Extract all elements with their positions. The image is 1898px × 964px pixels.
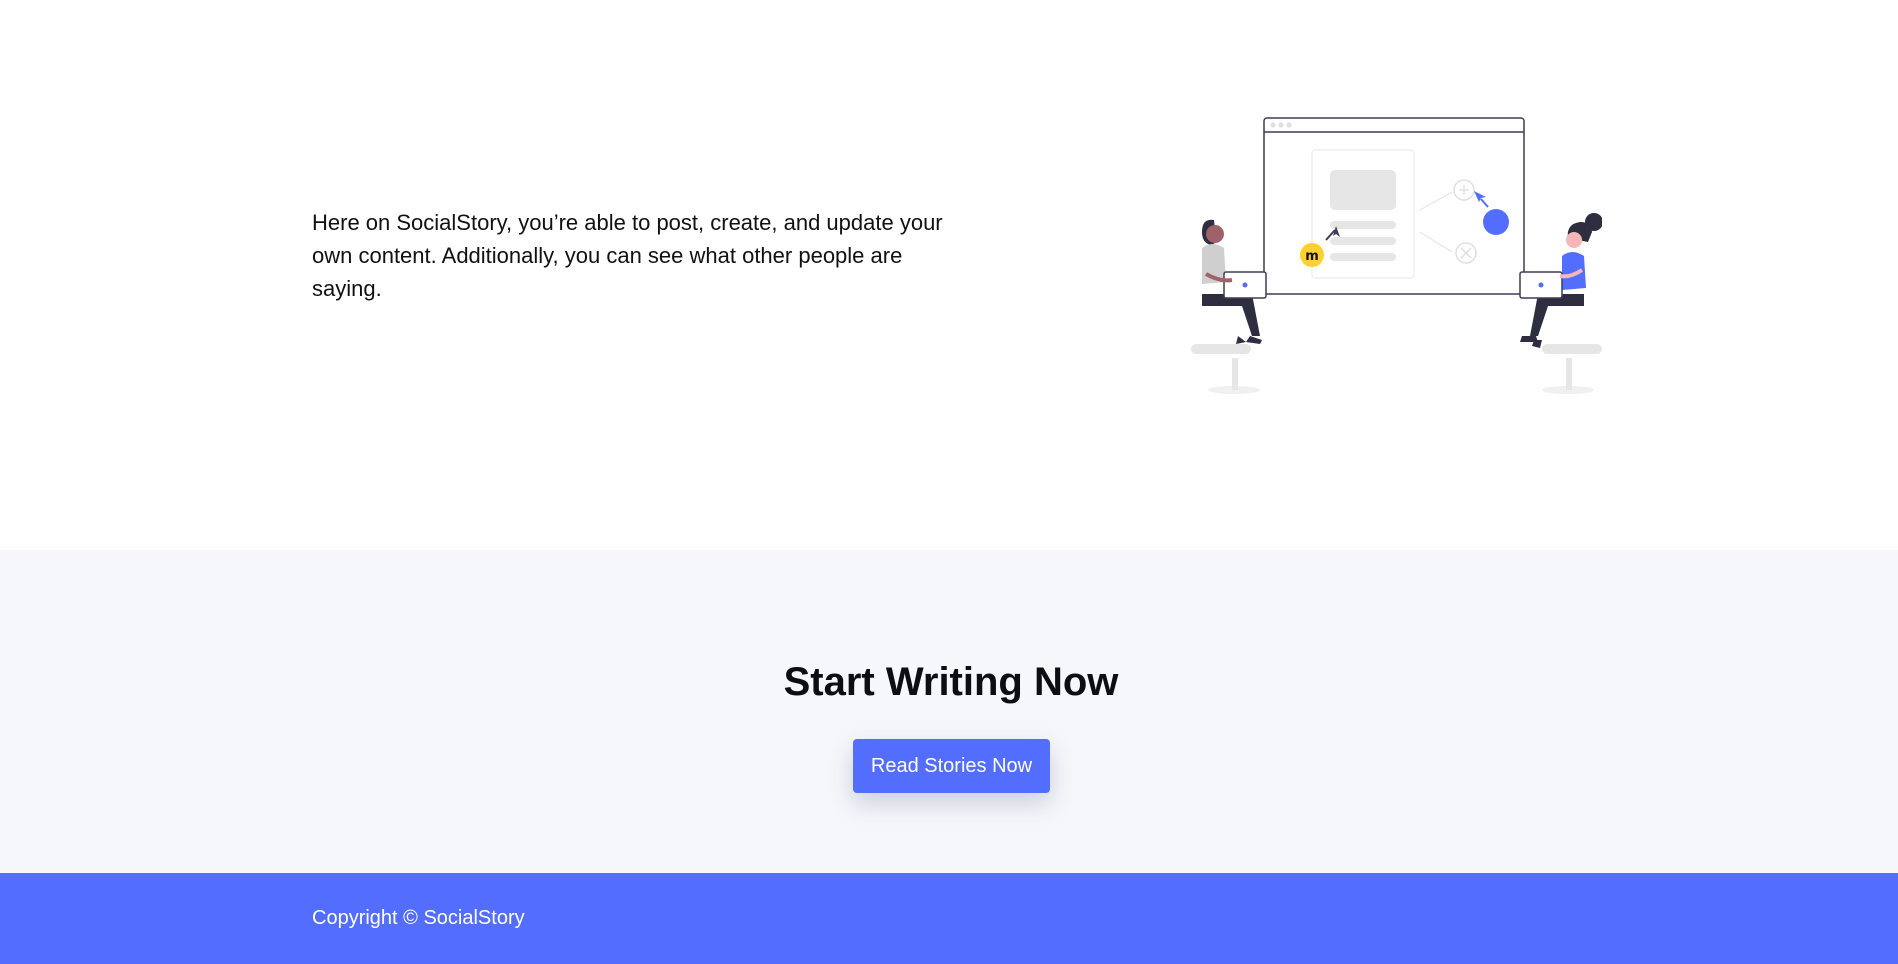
cta-title: Start Writing Now: [783, 660, 1119, 704]
footer-copyright: Copyright © SocialStory: [312, 907, 525, 929]
collaboration-illustration: m: [1191, 117, 1602, 394]
read-stories-button[interactable]: Read Stories Now: [853, 739, 1050, 793]
miro-logo-icon: m: [1300, 243, 1324, 267]
person-with-laptop-icon: [1519, 213, 1602, 394]
page: Here on SocialStory, you’re able to post…: [0, 0, 1898, 964]
footer: Copyright © SocialStory: [0, 873, 1898, 964]
browser-window-icon: [1263, 117, 1525, 295]
cta-section: Start Writing Now Read Stories Now: [0, 550, 1898, 873]
intro-text: Here on SocialStory, you’re able to post…: [312, 210, 943, 301]
svg-text:m: m: [1305, 249, 1319, 264]
blue-node-icon: [1483, 209, 1509, 235]
person-with-laptop-icon: [1191, 219, 1267, 394]
intro-section: Here on SocialStory, you’re able to post…: [0, 0, 1898, 550]
